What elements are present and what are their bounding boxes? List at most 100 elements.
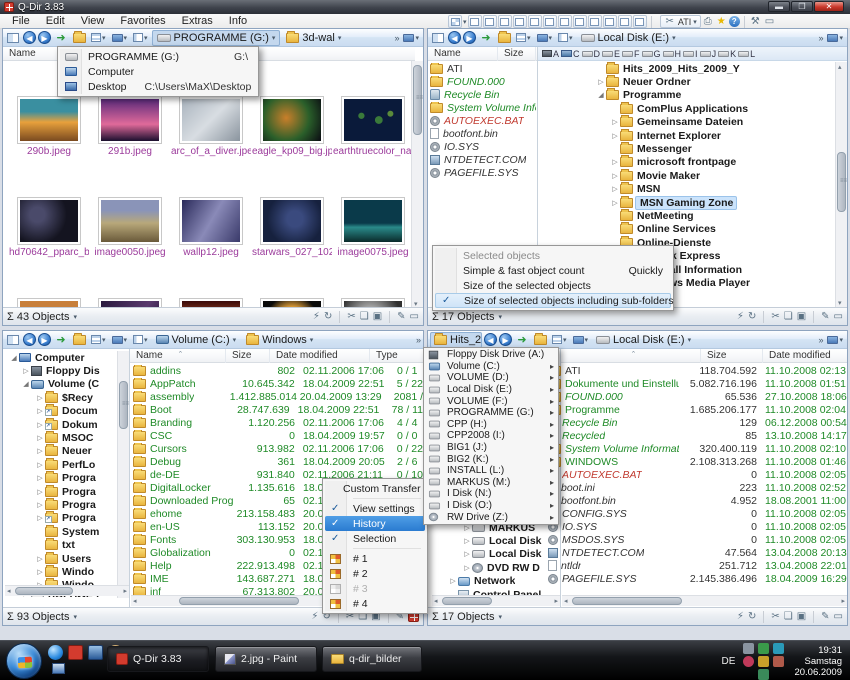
tools-icon[interactable]: ⚒	[749, 16, 762, 27]
file-row[interactable]: System Volume Information 320.400.119 11…	[548, 442, 847, 455]
file-row[interactable]: FOUND.000 65.536 27.10.2008 18:06	[548, 390, 847, 403]
drive-menu-item[interactable]: CPP (H:) ▸	[425, 419, 557, 431]
cut-icon[interactable]: ✂	[347, 311, 355, 322]
forward-button[interactable]: ▶	[499, 333, 512, 346]
pane1-vertical-scrollbar[interactable]: ≡≡ ▾	[411, 61, 423, 309]
drive-menu-item[interactable]: VOLUME (F:) ▸	[425, 395, 557, 407]
thumbnail-item[interactable]: starwars_027_1024...	[252, 198, 332, 258]
view-mode-button[interactable]: ▾	[550, 332, 569, 347]
taskbar-task-button[interactable]: 2.jpg - Paint	[215, 646, 317, 672]
file-row[interactable]: FOUND.000	[430, 75, 536, 88]
drive-menu-item[interactable]: VOLUME (D:) ▸	[425, 372, 557, 384]
menu-item[interactable]: File	[4, 14, 38, 28]
drive-menu-item[interactable]: Floppy Disk Drive (A:)	[425, 349, 557, 361]
drive-menu-item[interactable]: INSTALL (L:) ▸	[425, 465, 557, 477]
status-dropdown[interactable]: ▾	[498, 313, 502, 321]
expand-arrow-icon[interactable]: ▷	[35, 555, 45, 563]
select-icon[interactable]: ▭	[834, 311, 843, 322]
column-name[interactable]: Name⌃	[130, 349, 226, 363]
pane-chooser[interactable]: ▾	[825, 332, 845, 347]
menu-item[interactable]: Edit	[38, 14, 73, 28]
rename-icon[interactable]: ✎	[821, 311, 829, 322]
rename-icon[interactable]: ✎	[821, 611, 829, 622]
file-row[interactable]: CSC 0 18.04.2009 19:57 0 / 0	[133, 429, 423, 442]
tray-icon-2[interactable]	[758, 643, 769, 654]
file-row[interactable]: addins 802 02.11.2006 17:06 0 / 1	[133, 364, 423, 377]
up-button[interactable]: ➜	[478, 30, 494, 45]
menu-preset-item[interactable]: # 2	[325, 566, 425, 581]
pane3-tree-hscroll[interactable]: ◂▸	[5, 585, 129, 596]
drive-menu-item[interactable]: Local Disk (E:) ▸	[425, 384, 557, 396]
file-row[interactable]: assembly 1.412.885.014 20.04.2009 13:29 …	[133, 390, 423, 403]
file-row[interactable]: Boot 28.747.639 18.04.2009 22:51 78 / 11	[133, 403, 423, 416]
file-row[interactable]: WINDOWS 2.108.313.268 11.10.2008 01:46	[548, 455, 847, 468]
tree-item[interactable]: Hits_2009_Hits_2009_Y	[580, 62, 836, 75]
tree-button[interactable]: ▾	[556, 30, 575, 45]
chevron-down-icon[interactable]: ▾	[463, 18, 467, 26]
file-row[interactable]: AppPatch 10.645.342 18.04.2009 22:51 5 /…	[133, 377, 423, 390]
drive-strip-item[interactable]: H	[663, 49, 682, 59]
drive-strip-item[interactable]: A	[542, 49, 559, 59]
tree-item[interactable]: ▷ Neuer	[5, 445, 117, 458]
pane1-folder-combo[interactable]: 3d-wal ▾	[282, 30, 345, 46]
favorites-folder-button[interactable]	[496, 30, 512, 45]
drive-strip-item[interactable]: I	[683, 49, 698, 59]
view-mode-button[interactable]: ▾	[514, 30, 533, 45]
pane3-splitter[interactable]	[129, 349, 130, 607]
tree-item[interactable]: txt	[5, 538, 117, 551]
tree-item[interactable]: ▷ Progra	[5, 512, 117, 525]
expand-arrow-icon[interactable]: ▷	[35, 501, 45, 509]
menu-preset-item[interactable]: # 4	[325, 596, 425, 611]
thumbnail-item[interactable]: image0075.jpeg	[333, 198, 413, 258]
tree-item[interactable]: NetMeeting	[580, 209, 836, 222]
tree-item[interactable]: ◢ Programme	[580, 89, 836, 102]
expand-arrow-icon[interactable]: ◢	[9, 354, 19, 362]
column-name[interactable]: ⌃	[561, 349, 701, 363]
menu-check-item[interactable]: ✓ View settings	[325, 501, 425, 516]
tray-icon-7[interactable]	[758, 669, 769, 680]
flash-icon[interactable]: ⚡	[737, 611, 744, 622]
expand-arrow-icon[interactable]: ◢	[21, 380, 31, 388]
expand-arrow-icon[interactable]: ▷	[35, 488, 45, 496]
expand-arrow-icon[interactable]: ▷	[610, 118, 620, 126]
expand-arrow-icon[interactable]: ▷	[35, 514, 45, 522]
up-button[interactable]: ➜	[53, 332, 69, 347]
expand-arrow-icon[interactable]: ◢	[596, 91, 606, 99]
expand-arrow-icon[interactable]: ▷	[610, 172, 620, 180]
pane-icon[interactable]	[5, 30, 21, 45]
tree-item[interactable]: ▷ Floppy Dis	[5, 364, 117, 377]
clock[interactable]: 19:31 Samstag 20.06.2009	[794, 645, 846, 678]
file-row[interactable]: bootfont.bin 4.952 18.08.2001 11:00	[548, 494, 847, 507]
forward-button[interactable]: ▶	[38, 333, 51, 346]
column-size[interactable]: Size	[701, 349, 763, 363]
tree-item[interactable]: ▷ Internet Explorer	[580, 129, 836, 142]
start-button[interactable]	[6, 643, 42, 679]
tree-item[interactable]: ▷ PerfLo	[5, 458, 117, 471]
drive-menu-item[interactable]: I Disk (N:) ▸	[425, 488, 557, 500]
tree-button[interactable]: ▾	[131, 30, 150, 45]
file-row[interactable]: ATI	[430, 62, 536, 75]
thumbnail-item[interactable]: 290b.jpeg	[9, 97, 89, 157]
forward-button[interactable]: ▶	[463, 31, 476, 44]
tree-item[interactable]: ▷ Progra	[5, 485, 117, 498]
back-button[interactable]: ◀	[448, 31, 461, 44]
favorites-folder-button[interactable]	[71, 30, 87, 45]
copy-icon[interactable]: ❏	[360, 311, 369, 322]
drive-menu-item[interactable]: Volume (C:) ▸	[425, 361, 557, 373]
computer-button[interactable]: ▾	[571, 332, 591, 347]
up-button[interactable]: ➜	[53, 30, 69, 45]
menu-item[interactable]: Extras	[174, 14, 221, 28]
menu-item[interactable]: PROGRAMME (G:) G:\	[60, 49, 256, 64]
file-row[interactable]: Recycle Bin	[430, 88, 536, 101]
drive-menu-item[interactable]: I Disk (O:) ▸	[425, 500, 557, 512]
tree-item[interactable]: ▷ Dokum	[5, 418, 117, 431]
computer-button[interactable]: ▾	[535, 30, 555, 45]
expand-arrow-icon[interactable]: ▷	[35, 394, 45, 402]
menu-title[interactable]: Custom Transfer	[325, 481, 425, 496]
up-button[interactable]: ➜	[514, 332, 530, 347]
tray-icon-3[interactable]	[773, 643, 784, 654]
refresh-icon[interactable]: ↻	[324, 311, 332, 322]
expand-arrow-icon[interactable]: ▷	[610, 199, 620, 207]
layout-preset-button[interactable]	[603, 15, 617, 28]
tree-item[interactable]: ▷ DVD RW D	[432, 561, 560, 574]
